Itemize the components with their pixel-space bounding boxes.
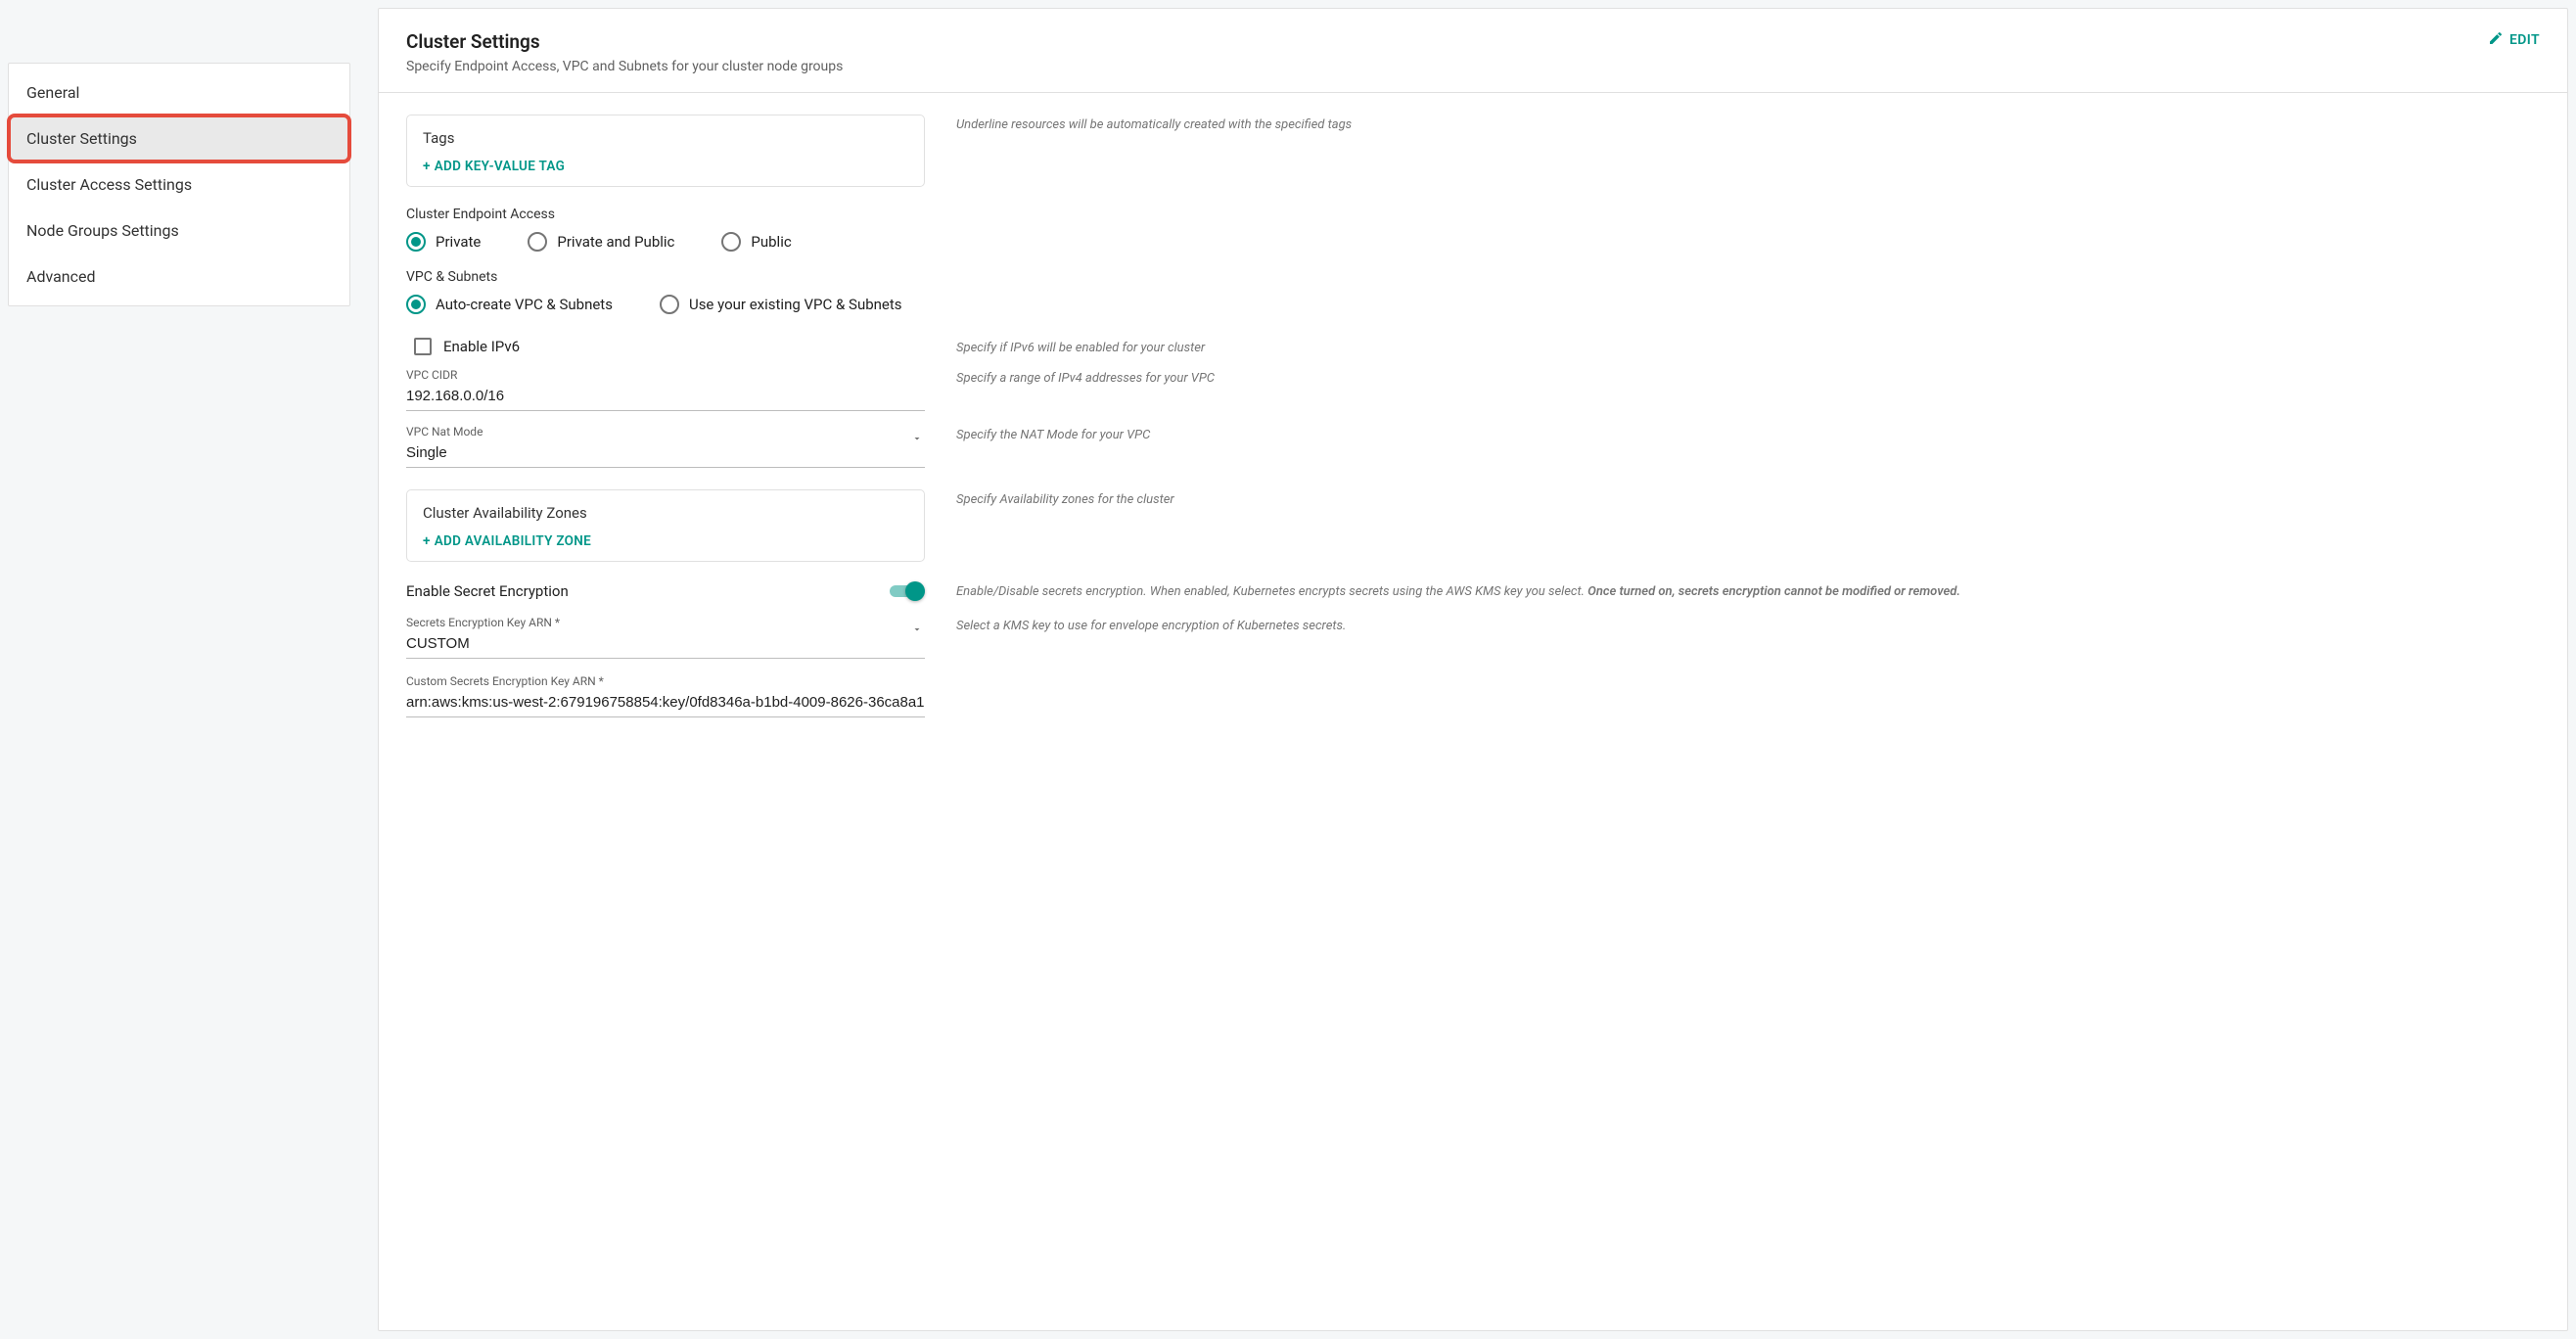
- sidebar-item-general[interactable]: General: [9, 69, 349, 115]
- endpoint-access-radios: Private Private and Public Public: [406, 232, 925, 252]
- vpc-radio-auto[interactable]: Auto-create VPC & Subnets: [406, 295, 613, 314]
- plus-icon: +: [423, 533, 431, 549]
- sidebar-item-cluster-access-settings[interactable]: Cluster Access Settings: [9, 162, 349, 208]
- panel-header: Cluster Settings Specify Endpoint Access…: [379, 9, 2567, 93]
- settings-sidebar: General Cluster Settings Cluster Access …: [8, 63, 350, 1331]
- vpc-cidr-input[interactable]: [406, 384, 925, 411]
- add-availability-zone-label: ADD AVAILABILITY ZONE: [435, 533, 591, 549]
- vpc-cidr-help: Specify a range of IPv4 addresses for yo…: [956, 368, 2540, 413]
- plus-icon: +: [423, 159, 431, 174]
- edit-button-label: EDIT: [2509, 32, 2540, 48]
- endpoint-access-label: Cluster Endpoint Access: [406, 207, 925, 222]
- vpc-radio-existing[interactable]: Use your existing VPC & Subnets: [660, 295, 902, 314]
- vpc-nat-select[interactable]: [406, 440, 925, 468]
- availability-zones-help: Specify Availability zones for the clust…: [956, 489, 2540, 562]
- ipv6-help: Specify if IPv6 will be enabled for your…: [956, 338, 2540, 358]
- sidebar-item-node-groups-settings[interactable]: Node Groups Settings: [9, 208, 349, 254]
- secret-encryption-label: Enable Secret Encryption: [406, 582, 569, 600]
- availability-zones-title: Cluster Availability Zones: [423, 504, 908, 522]
- endpoint-radio-public-label: Public: [751, 233, 791, 251]
- tags-title: Tags: [423, 129, 908, 147]
- secret-encryption-toggle[interactable]: [890, 581, 925, 601]
- vpc-nat-label: VPC Nat Mode: [406, 425, 925, 439]
- vpc-radio-existing-label: Use your existing VPC & Subnets: [689, 296, 902, 313]
- vpc-nat-help: Specify the NAT Mode for your VPC: [956, 425, 2540, 470]
- pencil-icon: [2488, 30, 2504, 50]
- sidebar-item-cluster-settings[interactable]: Cluster Settings: [9, 115, 349, 162]
- content-area: Tags + ADD KEY-VALUE TAG Underline resou…: [379, 93, 2567, 719]
- add-tag-label: ADD KEY-VALUE TAG: [435, 159, 565, 174]
- custom-kms-arn-label: Custom Secrets Encryption Key ARN *: [406, 674, 925, 688]
- kms-arn-label: Secrets Encryption Key ARN *: [406, 616, 925, 629]
- endpoint-radio-public[interactable]: Public: [721, 232, 791, 252]
- vpc-subnets-label: VPC & Subnets: [406, 269, 1033, 285]
- add-tag-button[interactable]: + ADD KEY-VALUE TAG: [423, 159, 565, 174]
- kms-arn-select[interactable]: [406, 631, 925, 659]
- page-title: Cluster Settings: [406, 30, 843, 53]
- kms-arn-help: Select a KMS key to use for envelope enc…: [956, 616, 2540, 661]
- secret-encryption-help: Enable/Disable secrets encryption. When …: [956, 581, 2540, 602]
- vpc-radio-auto-label: Auto-create VPC & Subnets: [436, 296, 613, 313]
- endpoint-radio-private-label: Private: [436, 233, 481, 251]
- endpoint-radio-private-public[interactable]: Private and Public: [528, 232, 674, 252]
- tags-help: Underline resources will be automaticall…: [956, 115, 2540, 187]
- add-availability-zone-button[interactable]: + ADD AVAILABILITY ZONE: [423, 533, 591, 549]
- main-panel: Cluster Settings Specify Endpoint Access…: [378, 8, 2568, 1331]
- sidebar-item-advanced[interactable]: Advanced: [9, 254, 349, 300]
- page-subtitle: Specify Endpoint Access, VPC and Subnets…: [406, 59, 843, 74]
- vpc-cidr-label: VPC CIDR: [406, 368, 925, 382]
- custom-kms-arn-input[interactable]: [406, 690, 925, 717]
- edit-button[interactable]: EDIT: [2488, 30, 2540, 50]
- checkbox-icon: [414, 338, 432, 355]
- endpoint-radio-private[interactable]: Private: [406, 232, 481, 252]
- vpc-subnets-radios: Auto-create VPC & Subnets Use your exist…: [406, 295, 1033, 314]
- ipv6-checkbox[interactable]: Enable IPv6: [406, 338, 925, 355]
- sidebar-card: General Cluster Settings Cluster Access …: [8, 63, 350, 306]
- ipv6-label: Enable IPv6: [443, 338, 520, 355]
- availability-zones-box: Cluster Availability Zones + ADD AVAILAB…: [406, 489, 925, 562]
- tags-box: Tags + ADD KEY-VALUE TAG: [406, 115, 925, 187]
- endpoint-radio-private-public-label: Private and Public: [557, 233, 674, 251]
